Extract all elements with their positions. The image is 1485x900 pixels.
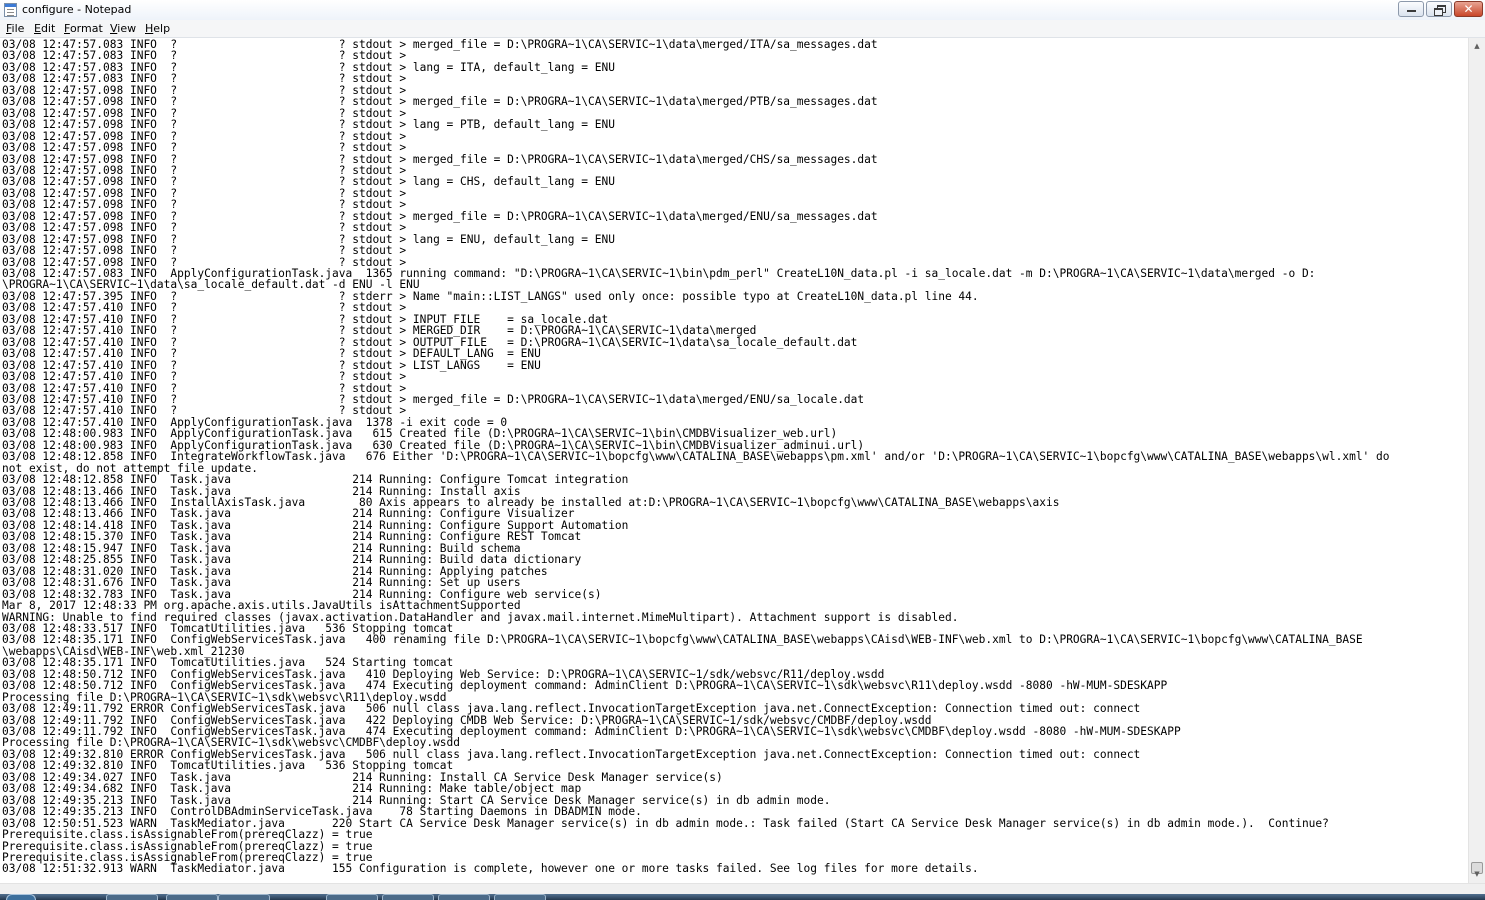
close-icon: ✕: [1463, 2, 1474, 16]
start-button[interactable]: [6, 894, 36, 900]
window-title: configure - Notepad: [22, 3, 132, 16]
log-line: 03/08 12:47:57.098 INFO ? ? stdout >: [2, 141, 407, 155]
title-bar[interactable]: configure - Notepad ✕: [0, 0, 1485, 20]
menu-help[interactable]: Help: [145, 22, 170, 35]
log-line: 03/08 12:48:31.676 INFO Task.java 214 Ru…: [2, 576, 521, 590]
taskbar: [0, 894, 1485, 900]
text-editor[interactable]: 03/08 12:47:57.083 INFO ? ? stdout > mer…: [0, 38, 1468, 883]
menu-format[interactable]: Format: [64, 22, 103, 35]
taskbar-button[interactable]: [218, 894, 270, 900]
minimize-icon: [1399, 2, 1423, 16]
taskbar-button[interactable]: [166, 894, 218, 900]
minimize-button[interactable]: [1398, 1, 1424, 17]
log-line: 03/08 12:49:11.792 ERROR ConfigWebServic…: [2, 702, 1141, 716]
log-line: 03/08 12:47:57.098 INFO ? ? stdout >: [2, 244, 407, 258]
log-line: 03/08 12:47:57.098 INFO ? ? stdout >: [2, 221, 407, 235]
notepad-icon: [4, 3, 17, 17]
taskbar-button[interactable]: [382, 894, 434, 900]
log-line: 03/08 12:48:12.858 INFO IntegrateWorkflo…: [2, 450, 1390, 464]
menu-bar: File Edit Format View Help: [0, 20, 1485, 38]
log-line: Prerequisite.class.isAssignableFrom(prer…: [2, 828, 373, 842]
menu-file[interactable]: File: [6, 22, 24, 35]
scroll-up-arrow-icon[interactable]: ▲: [1469, 38, 1485, 55]
log-line: 03/08 12:47:57.410 INFO ? ? stdout > DEF…: [2, 347, 541, 361]
taskbar-button[interactable]: [494, 894, 546, 900]
scroll-down-arrow-icon[interactable]: ▼: [1469, 866, 1485, 883]
menu-edit[interactable]: Edit: [34, 22, 55, 35]
log-line: 03/08 12:48:50.712 INFO ConfigWebService…: [2, 679, 1168, 693]
log-line: 03/08 12:47:57.098 INFO ? ? stdout > lan…: [2, 118, 615, 132]
log-line: 03/08 12:47:57.410 INFO ? ? stdout >: [2, 370, 407, 384]
log-line: Mar 8, 2017 12:48:33 PM org.apache.axis.…: [2, 599, 521, 613]
menu-view[interactable]: View: [110, 22, 136, 35]
maximize-button[interactable]: [1426, 1, 1452, 17]
restore-icon: [1427, 2, 1451, 16]
taskbar-button[interactable]: [326, 894, 378, 900]
taskbar-button[interactable]: [438, 894, 490, 900]
log-line: 03/08 12:49:35.213 INFO ControlDBAdminSe…: [2, 805, 642, 819]
log-line: 03/08 12:48:12.858 INFO Task.java 214 Ru…: [2, 473, 629, 487]
taskbar-button[interactable]: [106, 894, 158, 900]
close-button[interactable]: ✕: [1454, 1, 1483, 17]
log-line: 03/08 12:51:32.913 WARN TaskMediator.jav…: [2, 862, 979, 876]
vertical-scrollbar[interactable]: ▲ ▼: [1468, 38, 1485, 883]
